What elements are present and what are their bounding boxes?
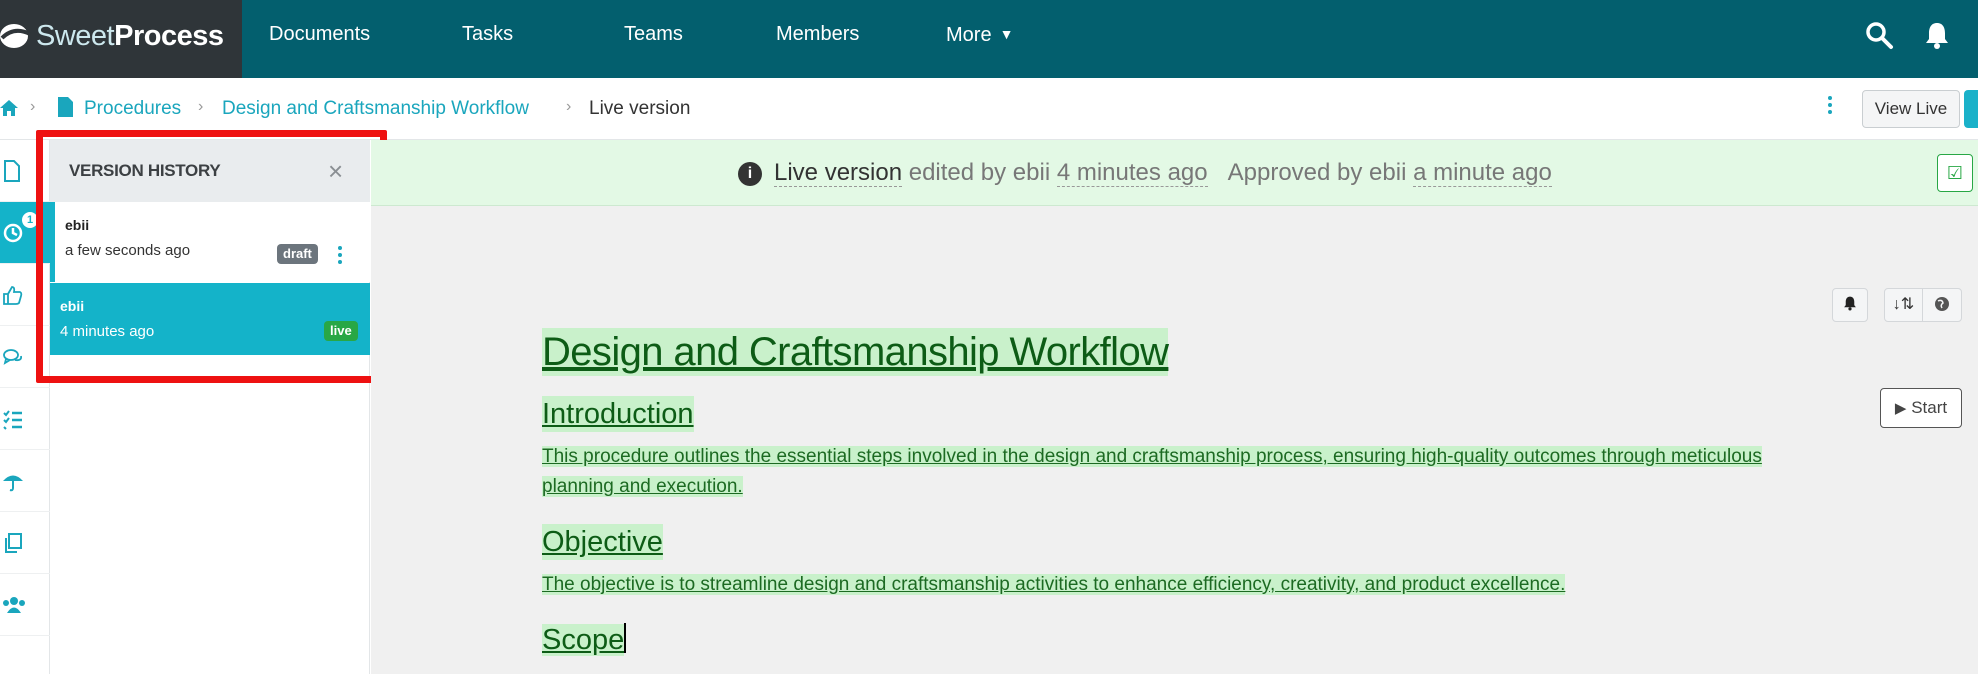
objective-text: The objective is to streamline design an… [542,570,1872,600]
status-approved-by: Approved by ebii [1227,159,1407,186]
breadcrumb-separator: › [566,98,572,115]
rail-copies[interactable] [0,512,50,574]
play-icon: ▶ [1894,400,1907,417]
comments-icon [3,349,23,365]
start-label: Start [1911,398,1948,417]
approval-check-icon[interactable]: ☑ [1937,154,1973,192]
brand-logo[interactable]: SweetProcess [0,0,242,78]
nav-tasks[interactable]: Tasks [462,0,513,78]
status-approved-time: a minute ago [1413,159,1552,187]
sort-icon[interactable]: ↓⇅ [1885,289,1923,321]
view-options-group: ↓⇅ [1884,288,1962,322]
history-badge: 1 [22,212,38,228]
introduction-text-line-2: planning and execution. [542,476,743,497]
breadcrumb: › Procedures › Design and Craftsmanship … [0,78,1978,140]
checklist-icon [3,410,22,430]
section-heading-objective: Objective [542,524,663,560]
more-options-icon[interactable] [1826,96,1834,122]
file-icon [58,97,73,117]
version-history-title: VERSION HISTORY [69,161,221,180]
draft-badge: draft [277,244,318,264]
live-badge: live [324,321,358,341]
version-options-icon[interactable] [336,246,344,268]
status-edited-time: 4 minutes ago [1056,159,1208,187]
nav-teams[interactable]: Teams [624,0,683,78]
subscribe-group [1832,288,1868,322]
version-entry-draft[interactable]: ebii a few seconds ago draft [50,202,370,282]
info-icon: i [738,162,762,186]
rail-comments[interactable] [0,326,50,388]
umbrella-icon [3,475,23,492]
bell-icon[interactable] [1922,20,1952,50]
version-time: 4 minutes ago [60,323,155,340]
rail-policies[interactable] [0,450,50,512]
search-icon[interactable] [1864,20,1894,50]
section-heading-scope[interactable]: Scope [542,622,627,658]
nav-members[interactable]: Members [776,0,859,78]
breadcrumb-current: Live version [589,98,691,119]
scope-heading-text: Scope [542,624,625,656]
section-heading-introduction: Introduction [542,396,694,432]
version-time: a few seconds ago [65,242,191,259]
left-icon-rail: 1 [0,140,50,674]
version-status-bar: i Live version edited by ebii 4 minutes a… [371,140,1978,206]
close-icon[interactable]: × [328,156,343,187]
breadcrumb-procedures[interactable]: Procedures [84,97,181,121]
status-edited-by: edited by ebii [908,159,1051,186]
rail-version-history[interactable]: 1 [0,202,50,264]
objective-text-line-1: The objective is to streamline design an… [542,574,1566,595]
rail-approvals[interactable] [0,264,50,326]
breadcrumb-separator: › [198,98,204,115]
nav-documents[interactable]: Documents [269,0,370,78]
version-entry-live[interactable]: ebii 4 minutes ago live [50,283,370,355]
nav-more-label: More [946,24,992,46]
copy-icon [5,533,22,553]
version-history-header: VERSION HISTORY × [50,140,370,202]
status-text: i Live version edited by ebii 4 minutes a… [738,158,1552,188]
status-live-version[interactable]: Live version [774,159,903,187]
introduction-text: This procedure outlines the essential st… [542,442,1872,502]
subscribe-bell-icon[interactable] [1833,289,1867,321]
view-live-button[interactable]: View Live [1862,90,1960,128]
version-history-panel: VERSION HISTORY × ebii a few seconds ago… [50,140,370,674]
rail-checklist[interactable] [0,388,50,450]
edit-button-edge[interactable] [1964,90,1978,128]
sweetprocess-logo-icon [0,24,31,48]
brand-name: SweetProcess [36,20,224,52]
rail-document[interactable] [0,140,50,202]
text-cursor [624,623,627,653]
introduction-text-line-1: This procedure outlines the essential st… [542,446,1762,467]
chevron-down-icon: ▼ [999,26,1014,42]
version-user: ebii [65,217,90,233]
breadcrumb-workflow[interactable]: Design and Craftsmanship Workflow [222,97,529,121]
users-icon [3,597,25,613]
procedure-title: Design and Craftsmanship Workflow [542,328,1169,376]
top-navigation: SweetProcess Documents Tasks Teams Membe… [0,0,1978,78]
document-icon [4,160,20,182]
start-button[interactable]: ▶ Start [1880,388,1962,428]
home-icon[interactable] [0,99,18,117]
nav-more[interactable]: More ▼ [946,0,1013,78]
history-icon [3,223,23,243]
breadcrumb-separator: › [30,98,36,115]
thumbs-up-icon [3,286,23,305]
rail-members[interactable] [0,574,50,636]
globe-icon[interactable] [1923,289,1961,321]
version-user: ebii [60,298,85,314]
